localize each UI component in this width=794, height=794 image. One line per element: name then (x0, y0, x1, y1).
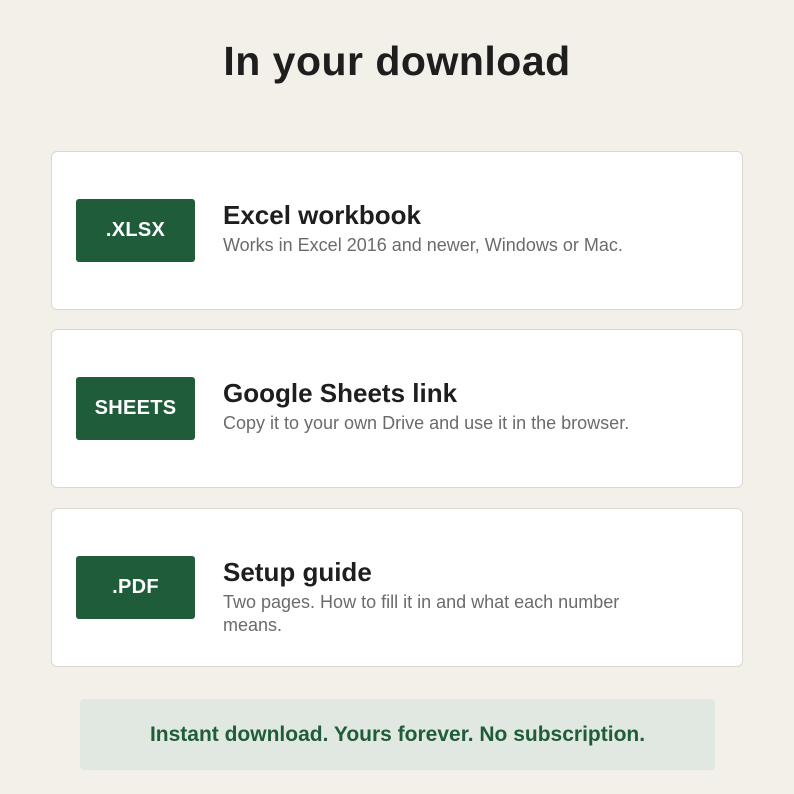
item-title: Google Sheets link (223, 378, 458, 408)
file-type-badge-xlsx: .XLSX (76, 199, 195, 262)
item-description: Works in Excel 2016 and newer, Windows o… (223, 235, 623, 255)
item-card-pdf: .PDF Setup guide Two pages. How to fill … (51, 508, 743, 667)
footer-banner: Instant download. Yours forever. No subs… (80, 699, 715, 770)
item-text: Setup guide Two pages. How to fill it in… (223, 557, 723, 637)
item-text: Google Sheets link Copy it to your own D… (223, 378, 723, 435)
file-type-badge-sheets: SHEETS (76, 377, 195, 440)
file-type-badge-pdf: .PDF (76, 556, 195, 619)
item-text: Excel workbook Works in Excel 2016 and n… (223, 200, 723, 257)
item-title: Excel workbook (223, 200, 421, 230)
download-contents-page: In your download .XLSX Excel workbook Wo… (0, 0, 794, 794)
item-description: Copy it to your own Drive and use it in … (223, 413, 630, 433)
item-card-sheets: SHEETS Google Sheets link Copy it to you… (51, 329, 743, 488)
item-title: Setup guide (223, 557, 372, 587)
item-description: Two pages. How to fill it in and what ea… (223, 592, 620, 635)
page-title: In your download (223, 38, 571, 84)
item-card-excel: .XLSX Excel workbook Works in Excel 2016… (51, 151, 743, 310)
